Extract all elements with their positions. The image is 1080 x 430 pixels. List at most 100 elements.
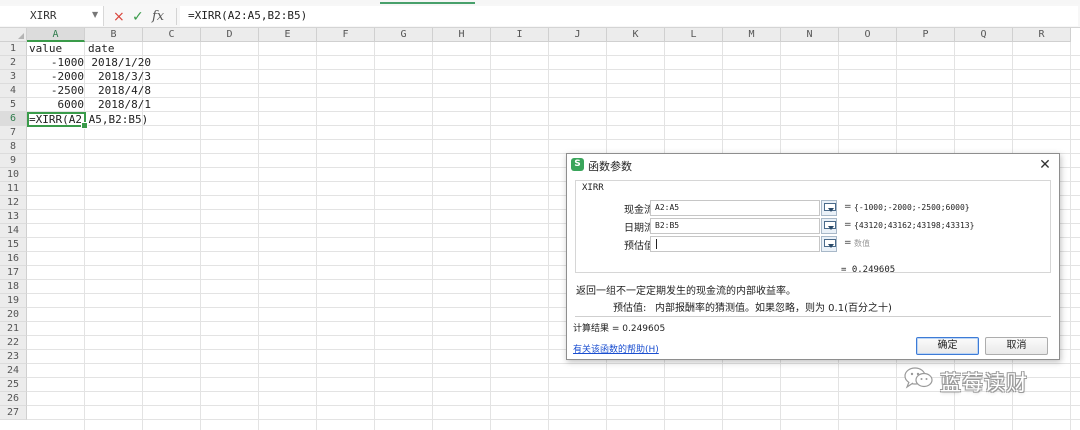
- cell-B2[interactable]: 2018/1/20: [85, 56, 151, 70]
- arg-description-name: 预估值:: [613, 303, 647, 314]
- row-header-2[interactable]: 2: [0, 56, 27, 70]
- cell-A3[interactable]: -2000: [27, 70, 84, 84]
- row-header-9[interactable]: 9: [0, 154, 27, 168]
- row-header-6[interactable]: 6: [0, 112, 27, 126]
- column-header-L[interactable]: L: [665, 28, 723, 42]
- cell-B3[interactable]: 2018/3/3: [85, 70, 151, 84]
- arg-label-dates: 日期流: [624, 223, 654, 234]
- row-header-1[interactable]: 1: [0, 42, 27, 56]
- row-header-25[interactable]: 25: [0, 378, 27, 392]
- column-header-P[interactable]: P: [897, 28, 955, 42]
- arg-equals: =: [844, 220, 852, 230]
- row-header-16[interactable]: 16: [0, 252, 27, 266]
- arg-input-cashflow[interactable]: A2:A5: [650, 200, 820, 216]
- active-cell-outline: [27, 112, 88, 129]
- cancel-formula-icon[interactable]: ×: [113, 10, 125, 24]
- column-header-H[interactable]: H: [433, 28, 491, 42]
- column-header-J[interactable]: J: [549, 28, 607, 42]
- column-header-O[interactable]: O: [839, 28, 897, 42]
- insert-function-icon[interactable]: fx: [152, 9, 164, 24]
- arg-result-cashflow: {-1000;-2000;-2500;6000}: [854, 203, 970, 212]
- row-header-11[interactable]: 11: [0, 182, 27, 196]
- column-header-B[interactable]: B: [85, 28, 143, 42]
- row-header-19[interactable]: 19: [0, 294, 27, 308]
- arg-equals: =: [844, 202, 852, 212]
- column-header-I[interactable]: I: [491, 28, 549, 42]
- row-header-21[interactable]: 21: [0, 322, 27, 336]
- wechat-icon: [904, 367, 933, 389]
- formula-bar-divider: [176, 8, 177, 25]
- cancel-button[interactable]: 取消: [985, 337, 1048, 355]
- row-header-20[interactable]: 20: [0, 308, 27, 322]
- arg-input-guess[interactable]: [650, 236, 820, 252]
- column-header-N[interactable]: N: [781, 28, 839, 42]
- column-header-M[interactable]: M: [723, 28, 781, 42]
- calculation-result: 计算结果 = 0.249605: [573, 324, 666, 334]
- row-header-10[interactable]: 10: [0, 168, 27, 182]
- function-help-link[interactable]: 有关该函数的帮助(H): [573, 342, 659, 355]
- column-header-E[interactable]: E: [259, 28, 317, 42]
- arg-result-dates: {43120;43162;43198;43313}: [854, 221, 975, 230]
- formula-total: = 0.249605: [841, 265, 896, 275]
- row-header-3[interactable]: 3: [0, 70, 27, 84]
- column-header-G[interactable]: G: [375, 28, 433, 42]
- dialog-title: 函数参数: [588, 160, 632, 173]
- confirm-formula-icon[interactable]: ✓: [132, 10, 144, 24]
- row-header-14[interactable]: 14: [0, 224, 27, 238]
- row-header-8[interactable]: 8: [0, 140, 27, 154]
- arg-label-cashflow: 现金流: [624, 205, 654, 216]
- range-picker-icon[interactable]: [821, 200, 837, 216]
- arg-input-dates-value: B2:B5: [655, 221, 680, 230]
- arg-input-cashflow-value: A2:A5: [655, 203, 680, 212]
- cell-A1[interactable]: value: [29, 42, 85, 56]
- cell-A4[interactable]: -2500: [27, 84, 84, 98]
- arguments-group: XIRR 现金流 A2:A5 = {-1000;-2000;-2500;6000…: [575, 180, 1051, 273]
- watermark-text: 蓝莓读财: [940, 371, 1028, 395]
- row-header-27[interactable]: 27: [0, 406, 27, 420]
- column-header-K[interactable]: K: [607, 28, 665, 42]
- ok-button[interactable]: 确定: [916, 337, 979, 355]
- function-arguments-dialog: S 函数参数 ✕ XIRR 现金流 A2:A5 = {-1000;-2000;-…: [566, 153, 1060, 360]
- function-description: 返回一组不一定定期发生的现金流的内部收益率。: [576, 286, 796, 297]
- row-header-17[interactable]: 17: [0, 266, 27, 280]
- arg-description-text: 内部报酬率的猜测值。如果忽略，则为 0.1(百分之十): [655, 303, 892, 314]
- arg-equals: =: [844, 238, 852, 248]
- arg-label-guess: 预估值: [624, 241, 654, 252]
- name-box-value: XIRR: [30, 9, 57, 22]
- row-header-23[interactable]: 23: [0, 350, 27, 364]
- column-header-D[interactable]: D: [201, 28, 259, 42]
- dialog-titlebar[interactable]: S 函数参数 ✕: [567, 154, 1059, 176]
- range-picker-icon[interactable]: [821, 236, 837, 252]
- column-header-A[interactable]: A: [27, 28, 85, 42]
- cell-B5[interactable]: 2018/8/1: [85, 98, 151, 112]
- row-header-26[interactable]: 26: [0, 392, 27, 406]
- formula-input[interactable]: =XIRR(A2:A5,B2:B5): [180, 6, 1078, 26]
- cell-B4[interactable]: 2018/4/8: [85, 84, 151, 98]
- cell-A2[interactable]: -1000: [27, 56, 84, 70]
- arg-result-guess: 数值: [854, 239, 870, 248]
- app-logo-icon: S: [571, 158, 584, 171]
- name-box[interactable]: XIRR ▼: [0, 6, 104, 26]
- row-header-13[interactable]: 13: [0, 210, 27, 224]
- column-header-R[interactable]: R: [1013, 28, 1071, 42]
- row-header-24[interactable]: 24: [0, 364, 27, 378]
- column-header-Q[interactable]: Q: [955, 28, 1013, 42]
- close-icon[interactable]: ✕: [1035, 155, 1055, 175]
- arg-input-dates[interactable]: B2:B5: [650, 218, 820, 234]
- function-name: XIRR: [582, 183, 604, 193]
- column-header-F[interactable]: F: [317, 28, 375, 42]
- chevron-down-icon[interactable]: ▼: [92, 10, 98, 19]
- row-header-7[interactable]: 7: [0, 126, 27, 140]
- row-header-4[interactable]: 4: [0, 84, 27, 98]
- row-header-5[interactable]: 5: [0, 98, 27, 112]
- cell-A5[interactable]: 6000: [27, 98, 85, 112]
- row-header-18[interactable]: 18: [0, 280, 27, 294]
- select-all-corner[interactable]: [0, 28, 27, 42]
- row-header-15[interactable]: 15: [0, 238, 27, 252]
- column-header-C[interactable]: C: [143, 28, 201, 42]
- formula-bar: XIRR ▼ × ✓ fx =XIRR(A2:A5,B2:B5): [0, 4, 1080, 28]
- cell-B1[interactable]: date: [88, 42, 144, 56]
- row-header-22[interactable]: 22: [0, 336, 27, 350]
- row-header-12[interactable]: 12: [0, 196, 27, 210]
- range-picker-icon[interactable]: [821, 218, 837, 234]
